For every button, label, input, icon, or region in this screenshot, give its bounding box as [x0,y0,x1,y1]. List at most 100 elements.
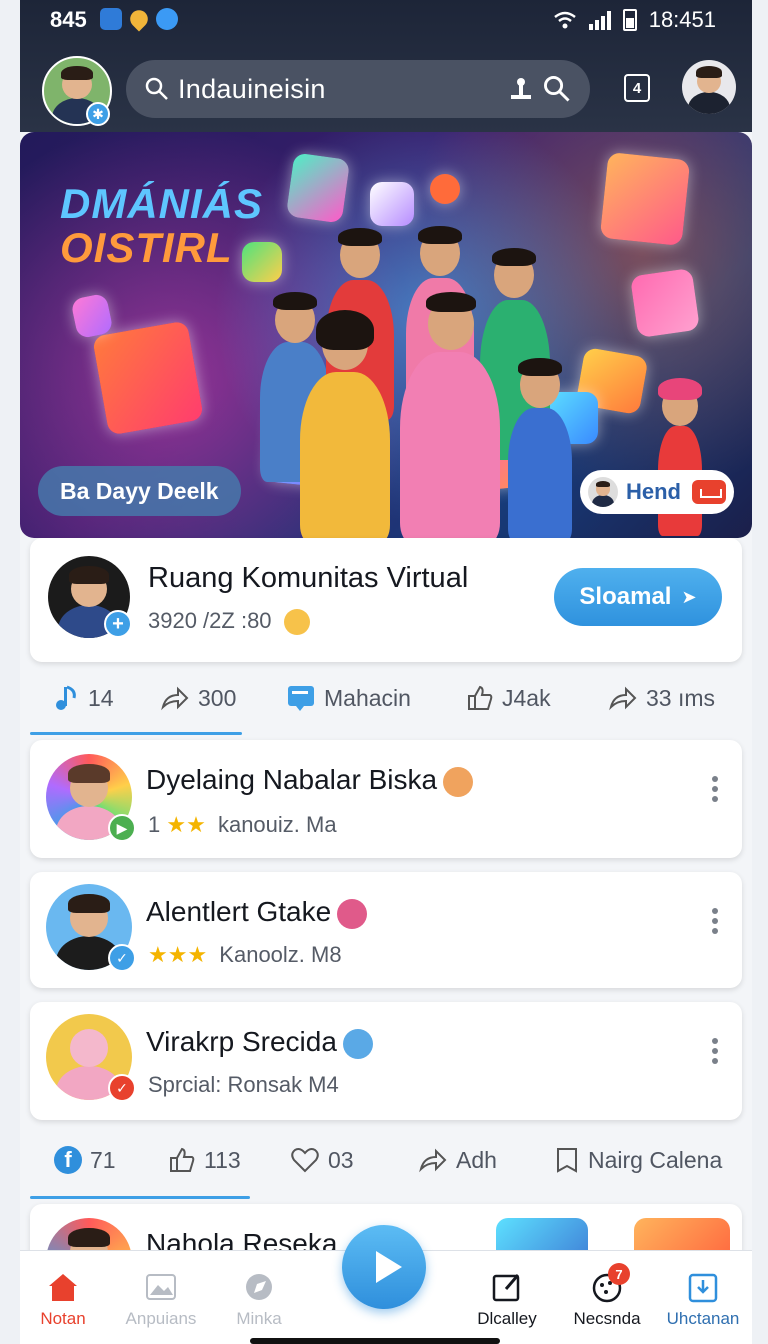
app-tile-icon [92,320,204,436]
hero-left-pill[interactable]: Ba Dayy Deelk [38,466,241,516]
action-bookmark-label: Nairg Calena [588,1146,723,1173]
list-item-meta: Sprcial: Ronsak M4 [148,1072,339,1098]
image-icon [144,1271,178,1303]
play-button[interactable] [342,1225,426,1309]
more-options-icon[interactable] [712,1038,718,1064]
action-share[interactable]: 300 [160,685,236,712]
list-item[interactable]: ▶ Dyelaing Nabalar Biska 1 ★★ kanouiz. M… [30,740,742,858]
nav-edit[interactable]: Dlcalley [452,1271,562,1329]
action-like-label: J4ak [502,684,551,711]
app-notification-icon [100,8,122,30]
books-tile-icon [285,152,351,224]
nav-gallery-label: Anpuians [125,1309,197,1328]
photo-tile-icon [599,151,691,247]
active-tab-indicator [30,732,242,735]
community-card[interactable]: + Ruang Komunitas Virtual 3920 /2Z :80 S… [30,538,742,662]
hero-banner[interactable]: DMÁNIÁS OISTIRL Ba Dayy Deelk Hend [20,132,752,538]
action-music[interactable]: 14 [54,684,114,712]
active-tab-indicator [30,1196,250,1199]
profile-avatar-right[interactable] [682,60,736,114]
status-right-group: 18:451 [553,7,716,33]
nav-home[interactable]: Notan [20,1271,118,1329]
pill-avatar [588,477,618,507]
more-options-icon[interactable] [712,908,718,934]
nav-downloads[interactable]: Uhctanan [648,1271,752,1329]
action-row-1: 14 300 Mahacin J4ak 33 ıms [20,668,752,728]
photo-tile-icon [629,267,701,339]
play-badge-icon: ▶ [108,814,136,842]
hero-right-pill-label: Hend [626,479,681,504]
search-input[interactable]: Indauineisin [178,74,508,105]
action-share-count[interactable]: 33 ıms [608,685,715,712]
home-indicator[interactable] [250,1338,500,1344]
thumbs-up-icon [468,685,493,710]
notification-count-badge: 7 [608,1263,630,1285]
action-share[interactable]: Adh [418,1147,497,1174]
list-item-title: Dyelaing Nabalar Biska [146,764,474,797]
status-time-left: 845 [50,7,87,32]
community-name: Ruang Komunitas Virtual [148,562,469,594]
list-item-name: Virakrp Srecida [146,1026,337,1057]
home-icon [46,1271,80,1303]
emoji-icon [283,609,310,636]
notifications-icon: 7 [590,1263,630,1303]
nav-gallery[interactable]: Anpuians [106,1271,216,1329]
nav-explore-label: Minka [236,1309,282,1328]
action-like-label: 113 [204,1146,241,1173]
action-heart[interactable]: 03 [290,1146,354,1174]
app-frame: 845 18:451 ✱ Indauineisin 4 DMÁNIÁS OIST… [20,0,752,1344]
action-facebook-label: 71 [90,1146,116,1173]
search-icon[interactable] [542,74,572,104]
person-figure [500,352,580,538]
star-rating-icon: ★★ [166,812,206,837]
bear-emoji-icon [443,766,474,797]
action-message[interactable]: Mahacin [286,683,411,713]
community-meta: 3920 /2Z :80 [148,608,310,636]
list-item-name: Dyelaing Nabalar Biska [146,764,438,795]
share-arrow-icon [419,1148,447,1173]
send-icon: ➤ [681,586,697,607]
tabs-count-button[interactable]: 4 [624,74,650,102]
status-bar: 845 18:451 [20,0,752,40]
message-icon [288,686,314,711]
action-share-label: Adh [456,1146,497,1173]
signal-icon [588,10,611,30]
follow-button[interactable]: Sloamal ➤ [554,568,722,626]
avatar-settings-badge: ✱ [86,102,110,126]
nav-explore[interactable]: Minka [204,1271,314,1329]
action-heart-label: 03 [328,1146,354,1173]
list-item[interactable]: ✓ Virakrp Srecida Sprcial: Ronsak M4 [30,1002,742,1120]
hero-right-pill[interactable]: Hend [580,470,734,514]
hero-title: DMÁNIÁS OISTIRL [60,182,263,270]
action-like[interactable]: 113 [168,1146,241,1174]
list-item-subtitle: Sprcial: Ronsak M4 [148,1072,339,1097]
action-bookmark[interactable]: Nairg Calena [554,1146,722,1174]
heart-icon [291,1148,319,1173]
action-facebook[interactable]: f 71 [54,1146,116,1174]
list-item[interactable]: ✓ Alentlert Gtake ★★★ Kanoolz. M8 [30,872,742,988]
facebook-icon: f [54,1146,82,1174]
add-icon[interactable]: + [104,610,132,638]
action-music-label: 14 [88,684,114,711]
video-icon [692,480,726,504]
list-item-meta: ★★★ Kanoolz. M8 [148,942,342,968]
nav-notifications[interactable]: 7 Necsnda [552,1263,662,1329]
list-item-name: Alentlert Gtake [146,896,332,927]
messenger-icon [156,8,178,30]
list-item-title: Virakrp Srecida [146,1026,373,1059]
share-arrow-icon [609,686,637,711]
explore-icon [242,1271,276,1303]
person-figure [290,302,400,538]
battery-icon [622,9,637,31]
search-bar[interactable]: Indauineisin [126,60,590,118]
game-tile-icon [70,292,114,340]
list-item-prefix: 1 [148,812,161,837]
action-share-count-label: 33 ıms [646,684,716,711]
search-icon [145,77,168,100]
more-options-icon[interactable] [712,776,718,802]
action-row-2: f 71 113 03 Adh Nairg Calena [20,1130,752,1190]
status-time-right: 18:451 [648,7,716,32]
action-like[interactable]: J4ak [466,684,551,712]
nav-edit-label: Dlcalley [477,1309,537,1328]
upload-icon[interactable] [508,76,534,102]
